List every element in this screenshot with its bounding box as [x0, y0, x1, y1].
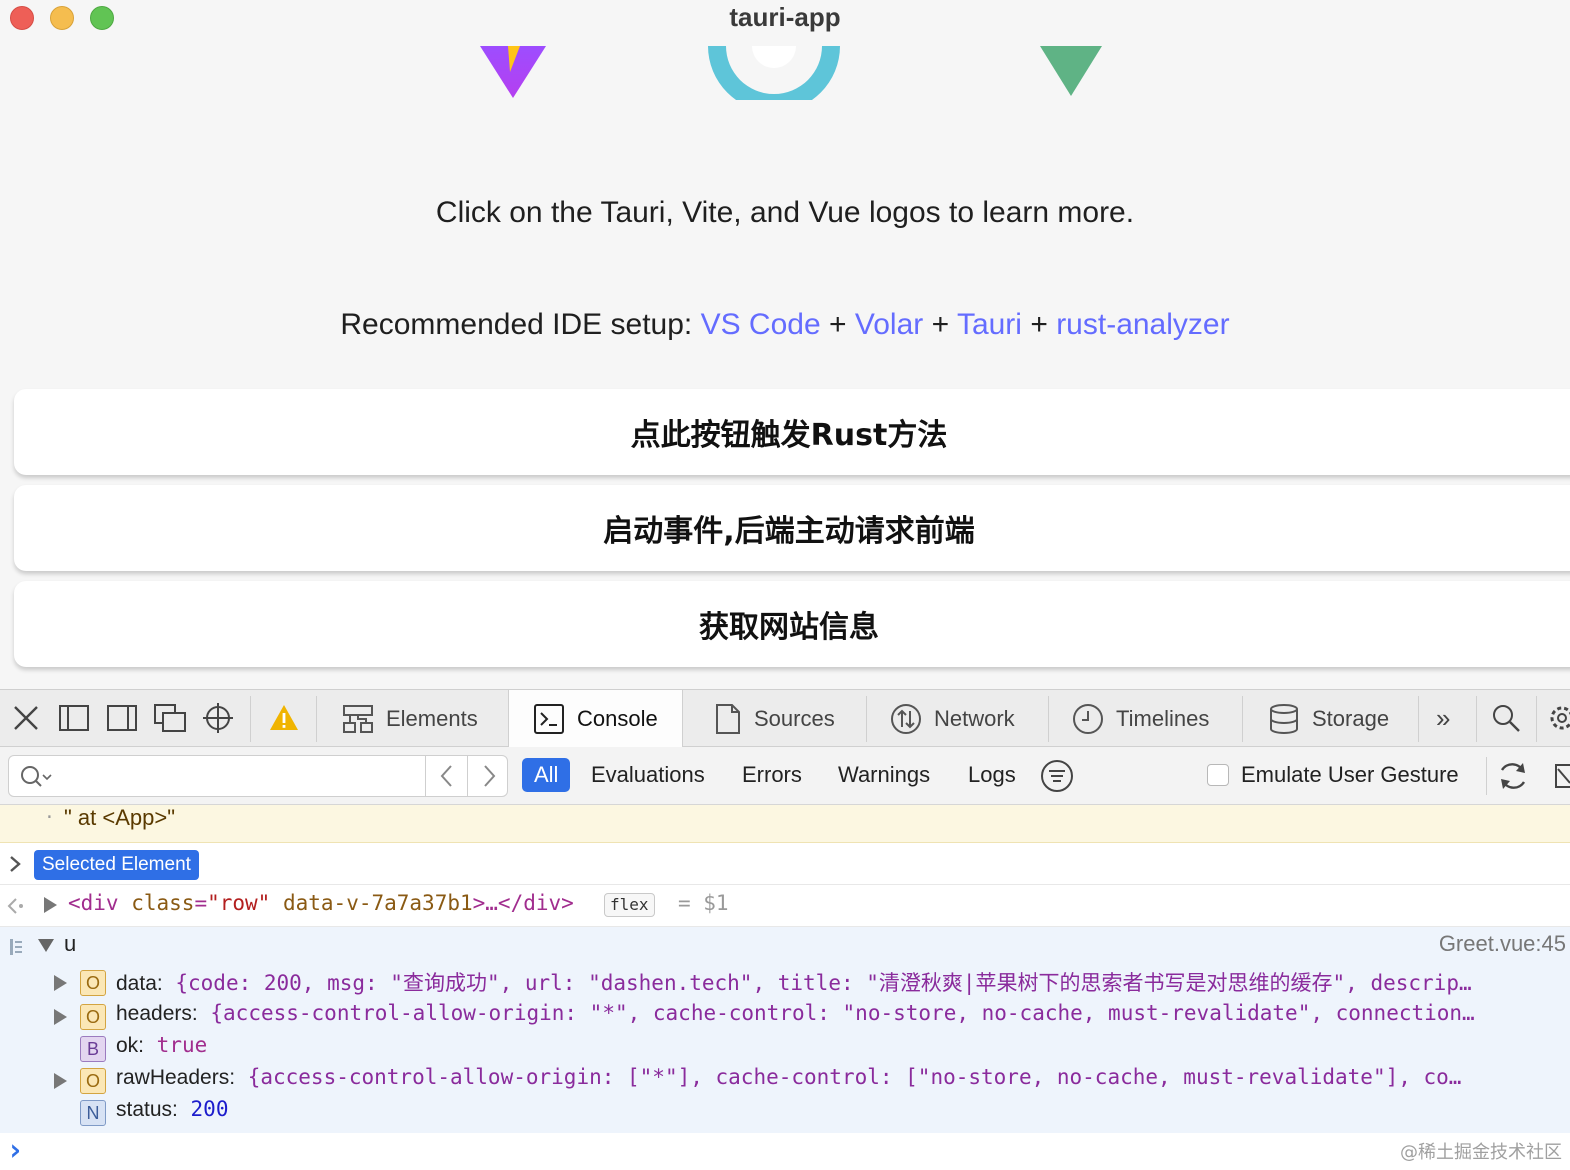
vscode-link[interactable]: VS Code: [701, 308, 821, 341]
start-event-button[interactable]: 启动事件,后端主动请求前端: [14, 485, 1570, 571]
log-message-block: u Greet.vue:45 O data: {code: 200, msg: …: [0, 927, 1570, 1133]
tab-storage[interactable]: Storage: [1268, 690, 1389, 747]
network-icon: [891, 703, 921, 734]
dock-left-icon[interactable]: [58, 702, 90, 734]
selected-element-row[interactable]: Selected Element: [0, 843, 1570, 885]
expand-triangle-icon[interactable]: [54, 1009, 67, 1025]
devtools-tab-bar: Elements Console Sources Network Timelin…: [0, 690, 1570, 748]
inspect-element-icon[interactable]: [202, 702, 234, 734]
sources-icon: [716, 703, 740, 734]
close-devtools-icon[interactable]: [10, 702, 42, 734]
hint-text: Click on the Tauri, Vite, and Vue logos …: [435, 196, 1135, 229]
app-window: tauri-app Click on the Tauri, Vite, and …: [0, 0, 1570, 1170]
console-output: · " at <App>" Selected Element <div clas…: [0, 805, 1570, 1170]
reload-icon[interactable]: [1496, 759, 1530, 793]
object-type-badge: O: [80, 970, 106, 996]
evaluation-result-row[interactable]: <div class="row" data-v-7a7a37b1>…</div>…: [0, 885, 1570, 927]
emulate-user-gesture-checkbox[interactable]: [1207, 764, 1229, 786]
filter-logs[interactable]: Logs: [968, 758, 1016, 792]
log-variable-name: u: [64, 931, 77, 956]
console-filter-input[interactable]: [8, 755, 508, 797]
more-tabs-button[interactable]: »: [1436, 690, 1450, 747]
console-filter-bar: All Evaluations Errors Warnings Logs Emu…: [0, 747, 1570, 805]
clock-icon: [1073, 703, 1103, 734]
property-ok: B ok: true: [0, 1033, 1570, 1065]
next-match-button[interactable]: [467, 756, 509, 796]
collapse-triangle-icon[interactable]: [38, 939, 54, 952]
detach-window-icon[interactable]: [154, 702, 186, 734]
tauri-logo-icon[interactable]: [704, 46, 844, 100]
result-arrow-icon: [7, 898, 23, 914]
expand-triangle-icon[interactable]: [44, 897, 57, 913]
warning-text: " at <App>": [64, 805, 176, 830]
flex-badge[interactable]: flex: [604, 893, 655, 917]
filter-search-icon: [21, 766, 52, 787]
property-data[interactable]: O data: {code: 200, msg: "查询成功", url: "d…: [0, 967, 1570, 999]
tab-sources[interactable]: Sources: [714, 690, 835, 747]
dock-right-icon[interactable]: [106, 702, 138, 734]
filter-options-icon[interactable]: [1040, 759, 1074, 793]
tab-timelines[interactable]: Timelines: [1072, 690, 1209, 747]
tab-network[interactable]: Network: [890, 690, 1015, 747]
database-icon: [1270, 703, 1298, 734]
trigger-rust-method-button[interactable]: 点此按钮触发Rust方法: [14, 389, 1570, 475]
previous-match-button[interactable]: [425, 756, 467, 796]
selected-element-badge: Selected Element: [34, 850, 199, 880]
prompt-chevron-icon: ›: [6, 1133, 25, 1168]
property-rawheaders[interactable]: O rawHeaders: {access-control-allow-orig…: [0, 1065, 1570, 1097]
ide-setup-text: Recommended IDE setup: VS Code + Volar +…: [340, 308, 1230, 341]
title-bar: tauri-app: [0, 0, 1570, 46]
number-type-badge: N: [80, 1100, 106, 1126]
tab-console[interactable]: Console: [508, 690, 683, 748]
elements-icon: [343, 704, 373, 733]
expand-triangle-icon[interactable]: [54, 1073, 67, 1089]
boolean-type-badge: B: [80, 1036, 106, 1062]
expand-triangle-icon[interactable]: [54, 975, 67, 991]
console-prompt[interactable]: ›: [0, 1133, 1570, 1170]
get-site-info-button[interactable]: 获取网站信息: [14, 581, 1570, 667]
chevron-right-icon: [483, 765, 495, 787]
console-icon: [534, 704, 564, 734]
object-type-badge: O: [80, 1068, 106, 1094]
search-icon[interactable]: [1490, 702, 1522, 734]
source-link[interactable]: Greet.vue:45: [1439, 931, 1566, 957]
chevron-left-icon: [440, 765, 452, 787]
vue-logo-icon[interactable]: [1040, 46, 1102, 98]
tab-elements[interactable]: Elements: [342, 690, 478, 747]
filter-warnings[interactable]: Warnings: [838, 758, 930, 792]
vite-logo-icon[interactable]: [480, 46, 546, 100]
rust-analyzer-link[interactable]: rust-analyzer: [1056, 308, 1229, 341]
result-variable: = $1: [678, 891, 729, 915]
emulate-user-gesture-label: Emulate User Gesture: [1241, 762, 1459, 787]
volar-link[interactable]: Volar: [855, 308, 923, 341]
ide-setup-prefix: Recommended IDE setup:: [340, 308, 693, 341]
property-status: N status: 200: [0, 1097, 1570, 1129]
chevron-right-icon: [10, 856, 21, 872]
property-headers[interactable]: O headers: {access-control-allow-origin:…: [0, 1001, 1570, 1033]
gear-icon[interactable]: [1546, 702, 1570, 734]
warning-icon[interactable]: [268, 702, 300, 734]
watermark-text: @稀土掘金技术社区: [1400, 1142, 1562, 1163]
window-title: tauri-app: [729, 2, 841, 32]
object-type-badge: O: [80, 1004, 106, 1030]
tauri-link[interactable]: Tauri: [957, 308, 1022, 341]
clear-console-icon[interactable]: [1550, 759, 1570, 793]
warning-message-row: · " at <App>": [0, 805, 1570, 843]
devtools-panel: Elements Console Sources Network Timelin…: [0, 689, 1570, 1170]
filter-errors[interactable]: Errors: [742, 758, 802, 792]
log-icon: [10, 939, 22, 955]
filter-all[interactable]: All: [522, 758, 571, 792]
filter-evaluations[interactable]: Evaluations: [591, 758, 705, 792]
